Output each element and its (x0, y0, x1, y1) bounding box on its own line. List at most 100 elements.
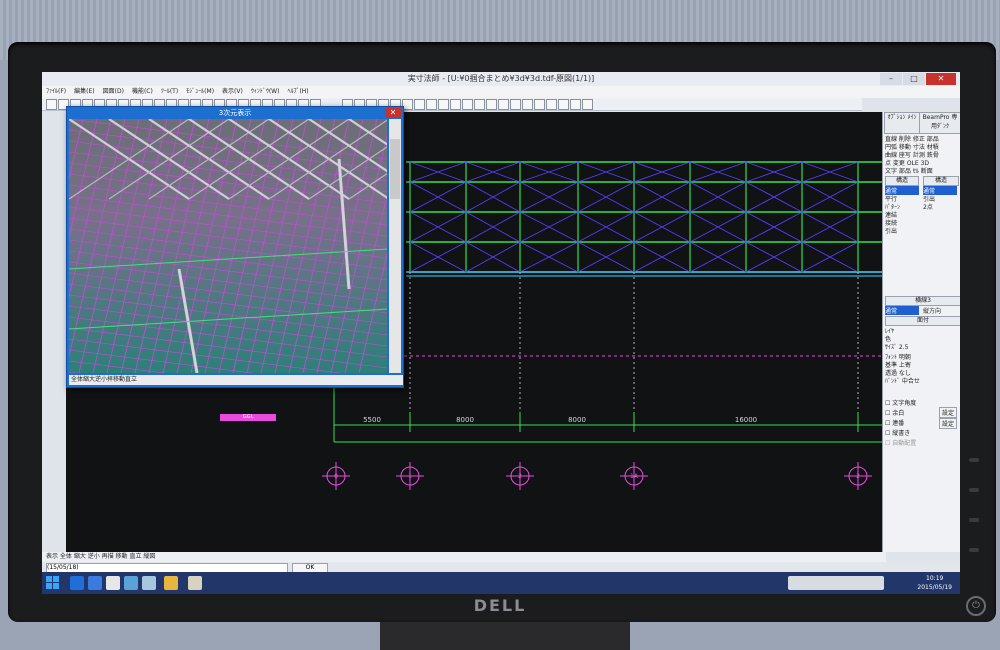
check-label: 連番 (892, 420, 905, 427)
menu-function[interactable]: 機能(C) (132, 86, 153, 98)
grid-label: 2 (518, 473, 522, 480)
toolbar-button[interactable] (558, 99, 569, 110)
grid-label: 1A (630, 473, 639, 480)
dimension-label: 16000 (735, 416, 757, 424)
toolbar-button[interactable] (534, 99, 545, 110)
menu-help[interactable]: ﾍﾙﾌﾟ(H) (287, 86, 308, 98)
toolbar-button[interactable] (474, 99, 485, 110)
tab-beampro[interactable]: BeamPro 専用ﾀﾞﾝｸ (919, 112, 960, 134)
toolbar-button[interactable] (570, 99, 581, 110)
app-icon[interactable] (124, 576, 138, 590)
menu-edit[interactable]: 編集(E) (74, 86, 94, 98)
window-3d-status: 全体縮大逆小拝移動直立 (69, 375, 403, 385)
settings-button[interactable]: 設定 (939, 407, 958, 418)
menu-window[interactable]: ｳｨﾝﾄﾞｳ(W) (251, 86, 280, 98)
toolbar-button[interactable] (414, 99, 425, 110)
power-icon[interactable]: ⏻ (966, 596, 986, 616)
screen: 実寸法師 - [U:¥0掴合まとめ¥3d¥3d.tdf-原図(1/1)] – □… (42, 72, 960, 594)
floor-edge (69, 248, 387, 270)
window-3d-view[interactable]: 3次元表示 ✕ 全体縮大逆小拝移動直立 (66, 106, 404, 388)
clock-time: 10:19 (926, 575, 944, 582)
toolbar-button[interactable] (450, 99, 461, 110)
check-vertical[interactable]: ☐ 縦書き (885, 428, 910, 437)
maximize-icon[interactable]: □ (903, 73, 925, 85)
panel-section-item[interactable]: 縦方向 (923, 306, 941, 315)
wire-line (69, 261, 387, 303)
panel-right-header: 構造 (923, 176, 959, 186)
menu-tools[interactable]: ﾂｰﾙ(T) (161, 86, 178, 98)
minimize-icon[interactable]: – (880, 73, 902, 85)
wire-line (69, 206, 387, 248)
menu-module[interactable]: ﾓｼﾞｭｰﾙ(M) (186, 86, 214, 98)
wire-line (69, 283, 387, 325)
panel-section-header: 面付 (885, 316, 960, 326)
monitor-button[interactable] (969, 518, 979, 522)
check-label: 文字角度 (892, 400, 917, 407)
input-bar: (15/05/18) OK (42, 562, 960, 573)
close-icon[interactable]: ✕ (926, 73, 956, 85)
panel-right-item[interactable]: 2点 (923, 202, 933, 211)
clock[interactable]: 10:19 2015/05/19 (917, 574, 952, 592)
check-auto[interactable]: ☐ 自動配置 (885, 438, 916, 447)
panel-prop[interactable]: ｻｲｽﾞ 2.5 (885, 342, 908, 351)
check-sequence[interactable]: ☐ 連番 (885, 418, 904, 427)
panel-section-header: 横線3 (885, 296, 960, 306)
app-icon[interactable] (106, 576, 120, 590)
folder-icon[interactable] (164, 576, 178, 590)
command-line[interactable]: 表示 全体 縮大 逆小 再描 移動 直立 縦図 (42, 552, 886, 562)
wire-line (69, 360, 167, 373)
grid-label: 0 (334, 473, 338, 480)
wire-line (69, 119, 98, 240)
toolbar-button[interactable] (486, 99, 497, 110)
close-icon[interactable]: ✕ (385, 108, 401, 118)
panel-prop[interactable]: ﾊﾞﾝﾄﾞ 中合せ (885, 376, 920, 385)
menubar: ﾌｧｲﾙ(F) 編集(E) 図面(D) 機能(C) ﾂｰﾙ(T) ﾓｼﾞｭｰﾙ(… (42, 86, 960, 98)
toolbar-button[interactable] (582, 99, 593, 110)
windows-start-icon[interactable] (46, 576, 60, 590)
wire-line (69, 119, 112, 299)
check-label: 自動配置 (892, 440, 917, 447)
taskbar: 10:19 2015/05/19 (42, 572, 960, 594)
monitor-button[interactable] (969, 458, 979, 462)
menu-view[interactable]: 表示(V) (222, 86, 243, 98)
tab-option[interactable]: ｵﾌﾟｼｮﾝ ﾒｲﾝ (884, 112, 920, 134)
dell-logo: DELL (473, 596, 527, 615)
menu-file[interactable]: ﾌｧｲﾙ(F) (46, 86, 66, 98)
menu-drawing[interactable]: 図面(D) (103, 86, 124, 98)
layer-label: GGL (220, 414, 276, 421)
dimension-label: 8000 (456, 416, 474, 424)
panel-section-item[interactable]: 通常 (885, 306, 919, 315)
panel-grid-row[interactable]: 文字 部品 ｾﾙ 断面 (885, 166, 933, 175)
app-icon[interactable] (188, 576, 202, 590)
check-label: 縦書き (892, 430, 911, 437)
ie-icon[interactable] (70, 576, 84, 590)
grid-label: 1 (408, 473, 412, 480)
grid-label: 2 (856, 473, 860, 480)
window-3d-title: 3次元表示 (218, 109, 252, 117)
toolbar-button[interactable] (426, 99, 437, 110)
scrollbar-thumb[interactable] (390, 139, 400, 199)
toolbar-button[interactable] (522, 99, 533, 110)
vertical-scrollbar[interactable] (389, 119, 401, 373)
monitor-stand (380, 622, 630, 650)
toolbar-button[interactable] (462, 99, 473, 110)
app-icon[interactable] (142, 576, 156, 590)
settings-button[interactable]: 設定 (939, 418, 958, 429)
wire-line (69, 349, 255, 373)
toolbar-button[interactable] (510, 99, 521, 110)
ie-icon[interactable] (88, 576, 102, 590)
check-text-angle[interactable]: ☐ 文字角度 (885, 398, 916, 407)
3d-viewport[interactable] (69, 119, 387, 373)
toolbar-button[interactable] (546, 99, 557, 110)
check-margin[interactable]: ☐ 余白 (885, 408, 904, 417)
app-title: 実寸法師 - [U:¥0掴合まとめ¥3d¥3d.tdf-原図(1/1)] (407, 74, 595, 83)
toolbar-button[interactable] (498, 99, 509, 110)
monitor-button[interactable] (969, 548, 979, 552)
system-tray[interactable] (788, 576, 884, 590)
toolbar-button[interactable] (46, 99, 57, 110)
monitor-button[interactable] (969, 488, 979, 492)
panel-left-item[interactable]: 引出 (885, 226, 897, 235)
dimension-label: 5500 (363, 416, 381, 424)
clock-date: 2015/05/19 (917, 584, 952, 591)
toolbar-button[interactable] (438, 99, 449, 110)
